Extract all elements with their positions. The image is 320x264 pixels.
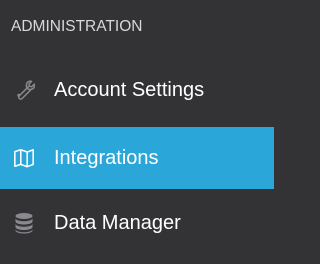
database-icon [12, 211, 36, 235]
sidebar-item-label: Account Settings [54, 79, 205, 101]
sidebar-item-label: Integrations [54, 147, 159, 169]
admin-sidebar: ADMINISTRATION Account Settings Integrat… [0, 0, 274, 264]
section-title-administration: ADMINISTRATION [11, 18, 143, 35]
sidebar-item-label: Data Manager [54, 212, 181, 234]
map-icon [12, 146, 36, 170]
wrench-icon [12, 78, 36, 102]
sidebar-item-account-settings[interactable]: Account Settings [0, 60, 274, 120]
sidebar-item-integrations[interactable]: Integrations [0, 127, 274, 189]
sidebar-item-data-manager[interactable]: Data Manager [0, 193, 274, 253]
